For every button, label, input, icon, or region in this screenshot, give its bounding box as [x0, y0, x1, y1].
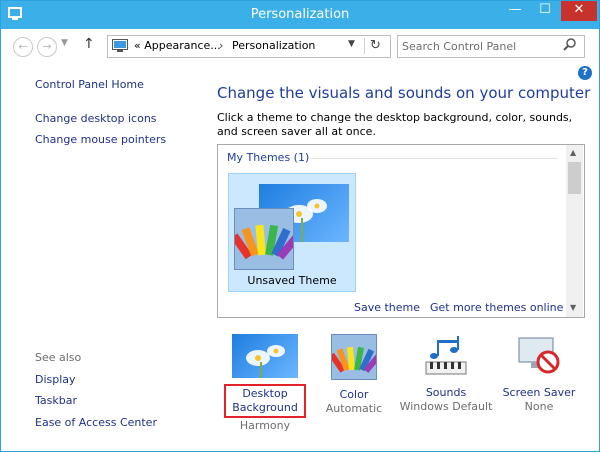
display-link[interactable]: Display [35, 373, 76, 386]
search-input[interactable] [402, 38, 557, 54]
music-note-icon [425, 336, 467, 375]
unsaved-theme-tile[interactable]: Unsaved Theme [228, 173, 356, 292]
scroll-down-icon[interactable]: ▼ [570, 303, 576, 312]
color-icon[interactable] [329, 334, 382, 380]
see-also-label: See also [35, 351, 82, 364]
screen-saver-value: None [524, 400, 554, 413]
control-panel-home-link[interactable]: Control Panel Home [35, 78, 144, 91]
up-button[interactable]: ↑ [83, 36, 95, 52]
ease-of-access-center-link[interactable]: Ease of Access Center [35, 416, 157, 429]
desktop-background-item[interactable]: Desktop Background Harmony [217, 334, 313, 433]
screen-saver-item[interactable]: Screen Saver None [499, 334, 579, 414]
color-palette-icon [329, 346, 382, 373]
title-bar[interactable]: Personalization — ☐ ✕ [1, 1, 599, 29]
themes-scrollbar[interactable]: ▲ ▼ [566, 145, 583, 317]
sounds-icon[interactable] [422, 334, 470, 378]
breadcrumb-appearance[interactable]: « Appearance... [134, 39, 221, 52]
desktop-background-value: Harmony [239, 419, 291, 432]
theme-color-preview [230, 208, 300, 270]
screen-saver-icon[interactable] [515, 334, 563, 378]
get-more-themes-link[interactable]: Get more themes online [430, 301, 563, 314]
color-palette-icon [230, 224, 300, 260]
sounds-item[interactable]: Sounds Windows Default [399, 334, 493, 414]
color-item[interactable]: Color Automatic [323, 334, 385, 416]
sounds-label[interactable]: Sounds [399, 386, 493, 400]
page-description: Click a theme to change the desktop back… [217, 111, 573, 138]
breadcrumb-separator-icon[interactable]: › [219, 39, 223, 52]
forward-button[interactable]: → [37, 37, 57, 57]
themes-list[interactable]: My Themes (1) Unsaved Theme Save theme G… [217, 144, 585, 318]
navigation-bar: ← → ▼ ↑ « Appearance... › Personalizatio… [1, 29, 599, 63]
control-panel-icon [112, 39, 128, 52]
maximize-button[interactable]: ☐ [531, 1, 559, 21]
color-label[interactable]: Color [323, 388, 385, 402]
change-mouse-pointers-link[interactable]: Change mouse pointers [35, 133, 166, 146]
close-button[interactable]: ✕ [561, 1, 597, 21]
personalization-window: Personalization — ☐ ✕ ← → ▼ ↑ « Appearan… [0, 0, 600, 452]
taskbar-link[interactable]: Taskbar [35, 394, 77, 407]
daisy-image [246, 345, 285, 378]
search-icon[interactable] [562, 37, 578, 53]
no-screen-saver-icon [518, 337, 560, 374]
my-themes-group-header[interactable]: My Themes (1) [227, 151, 309, 164]
back-button[interactable]: ← [13, 37, 33, 57]
address-divider [364, 38, 365, 54]
theme-name: Unsaved Theme [247, 274, 337, 287]
scrollbar-thumb[interactable] [568, 162, 581, 194]
address-chevron-down-icon[interactable]: ▼ [348, 39, 355, 49]
group-divider [310, 158, 558, 159]
desktop-background-label[interactable]: Desktop Background [226, 387, 304, 415]
help-icon[interactable]: ? [578, 66, 592, 80]
address-bar[interactable]: « Appearance... › Personalization ▼ ↻ [107, 35, 391, 58]
search-box[interactable] [397, 35, 585, 58]
scroll-up-icon[interactable]: ▲ [570, 148, 576, 157]
sounds-value: Windows Default [399, 400, 493, 413]
minimize-button[interactable]: — [501, 1, 529, 21]
breadcrumb-personalization[interactable]: Personalization [232, 39, 315, 52]
refresh-icon[interactable]: ↻ [370, 38, 381, 53]
page-title: Change the visuals and sounds on your co… [217, 84, 591, 102]
change-desktop-icons-link[interactable]: Change desktop icons [35, 112, 157, 125]
save-theme-link[interactable]: Save theme [354, 301, 420, 314]
recent-locations-chevron-down-icon[interactable]: ▼ [61, 38, 68, 48]
screen-saver-label[interactable]: Screen Saver [499, 386, 579, 400]
desktop-background-highlight[interactable]: Desktop Background [224, 384, 306, 418]
desktop-background-icon[interactable] [232, 334, 298, 378]
color-value: Automatic [325, 402, 383, 415]
